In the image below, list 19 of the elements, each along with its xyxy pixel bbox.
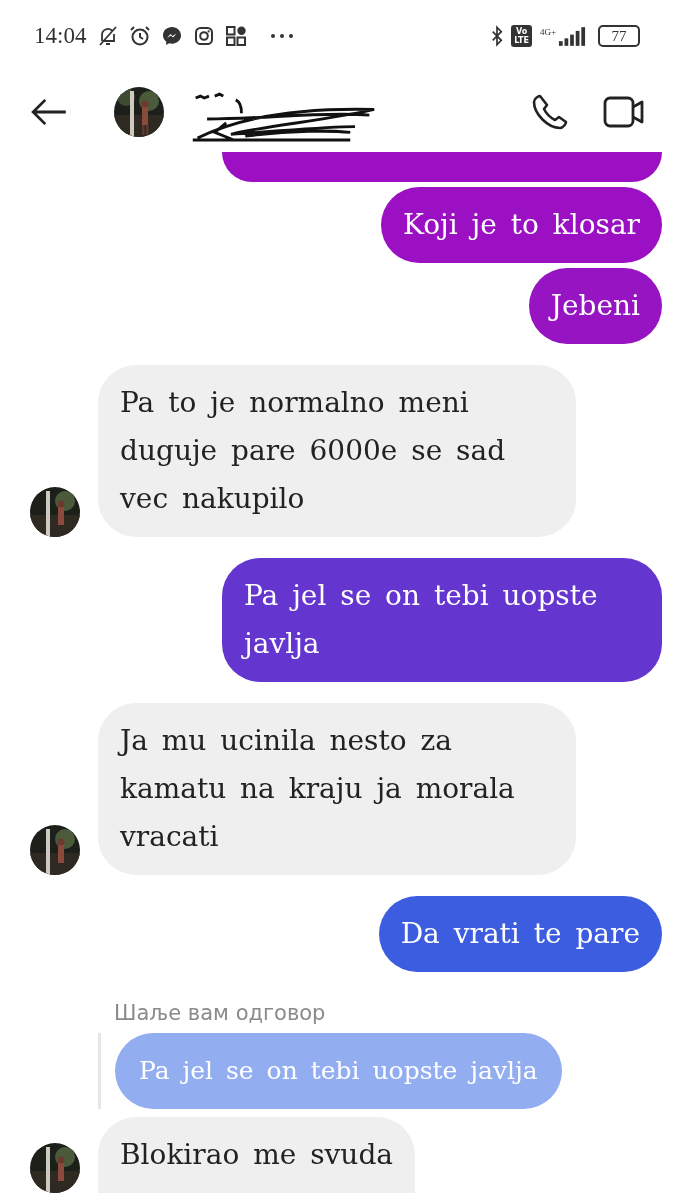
back-arrow-icon[interactable] [30,98,68,126]
received-message: Pa to je normalno meni duguje pare 6000e se sad vec nakupilo [98,365,576,537]
battery-indicator: 77 [598,25,640,47]
sent-message: Pa jel se on tebi uopste javlja [222,558,662,682]
sent-message: Koji je to klosar [381,187,662,263]
phone-call-icon[interactable] [530,92,570,132]
signal-bars-icon [558,26,586,46]
bluetooth-icon [491,25,504,47]
network-type: 4G+ [539,26,556,37]
more-notifications-icon [270,33,295,39]
status-time: 14:04 [34,23,87,49]
apps-grid-icon [224,24,249,48]
received-message: Blokirao me svuda [98,1117,415,1193]
volte-badge: Vo LTE [511,25,532,47]
quoted-message[interactable]: Pa jel se on tebi uopste javlja [115,1033,562,1109]
received-message: Ja mu ucinila nesto za kamatu na kraju ja morala vracati [98,703,576,875]
reply-label: Шаље вам одговор [114,1001,326,1025]
sent-message: Da vrati te pare [378,896,662,972]
sent-message: Jebeni [528,268,662,344]
